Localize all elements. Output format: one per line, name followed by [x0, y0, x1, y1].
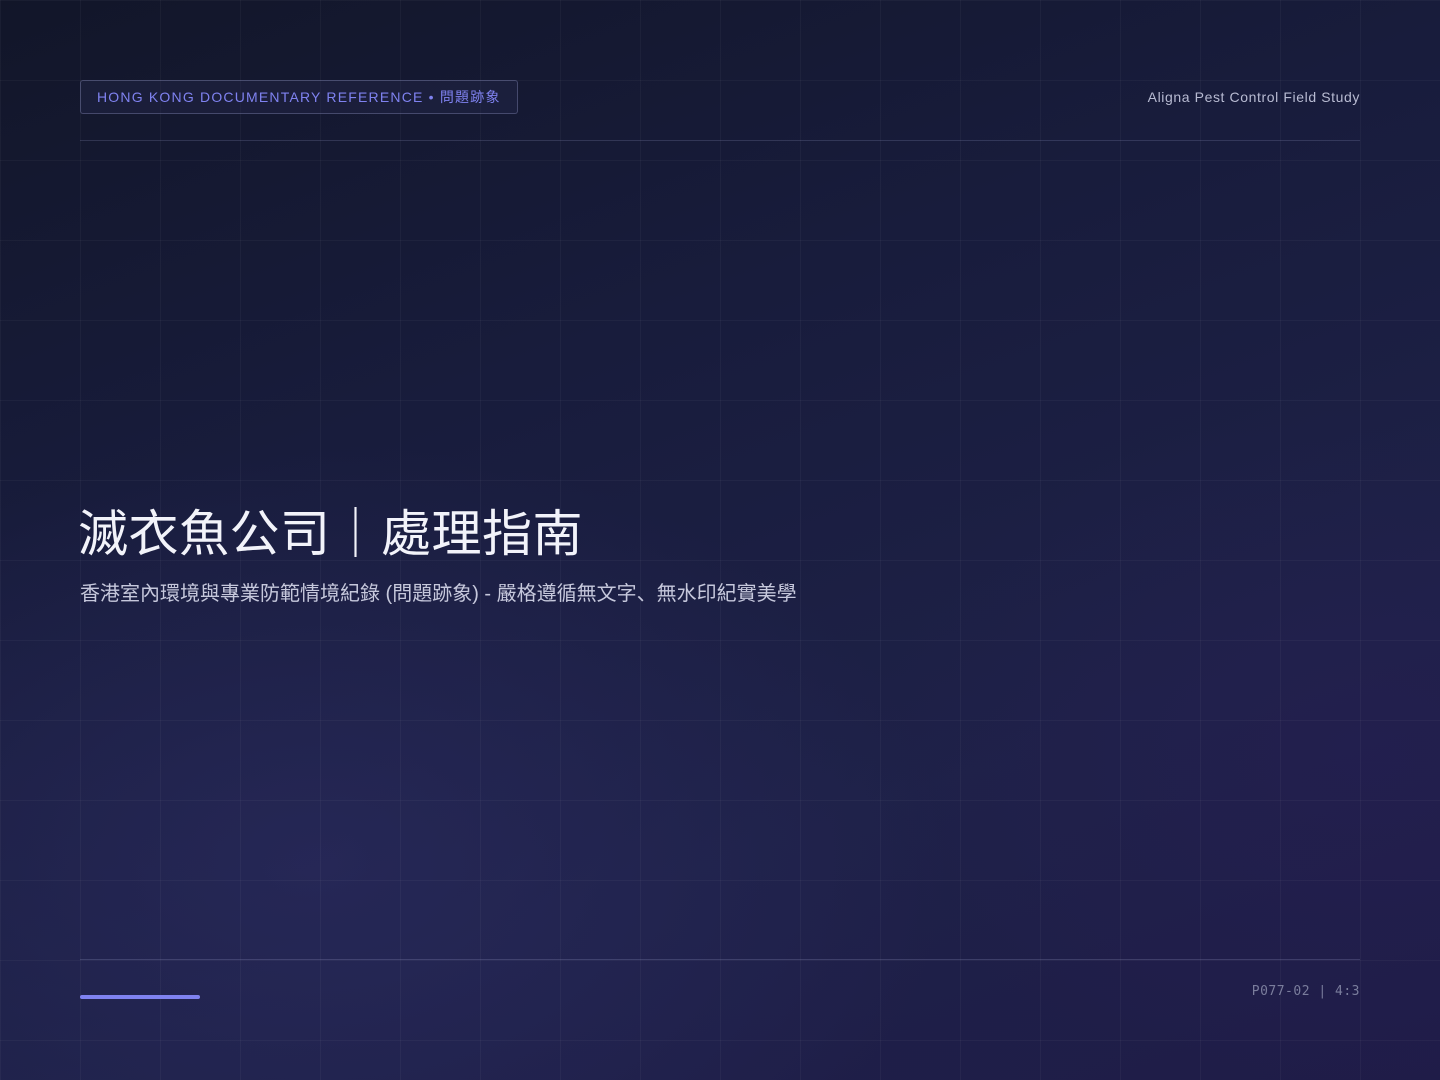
- page-code: P077-02 | 4:3: [1251, 984, 1360, 999]
- page-title: 滅衣魚公司｜處理指南: [78, 506, 583, 562]
- study-label: Aligna Pest Control Field Study: [1147, 89, 1360, 105]
- page-subtitle: 香港室內環境與專業防範情境紀錄 (問題跡象) - 嚴格遵循無文字、無水印紀實美學: [80, 583, 797, 605]
- category-tag-label: HONG KONG DOCUMENTARY REFERENCE • 問題跡象: [97, 89, 501, 105]
- category-tag: HONG KONG DOCUMENTARY REFERENCE • 問題跡象: [80, 80, 518, 114]
- bottom-divider: [80, 959, 1360, 960]
- accent-bar: [80, 995, 200, 999]
- top-divider: [80, 140, 1360, 141]
